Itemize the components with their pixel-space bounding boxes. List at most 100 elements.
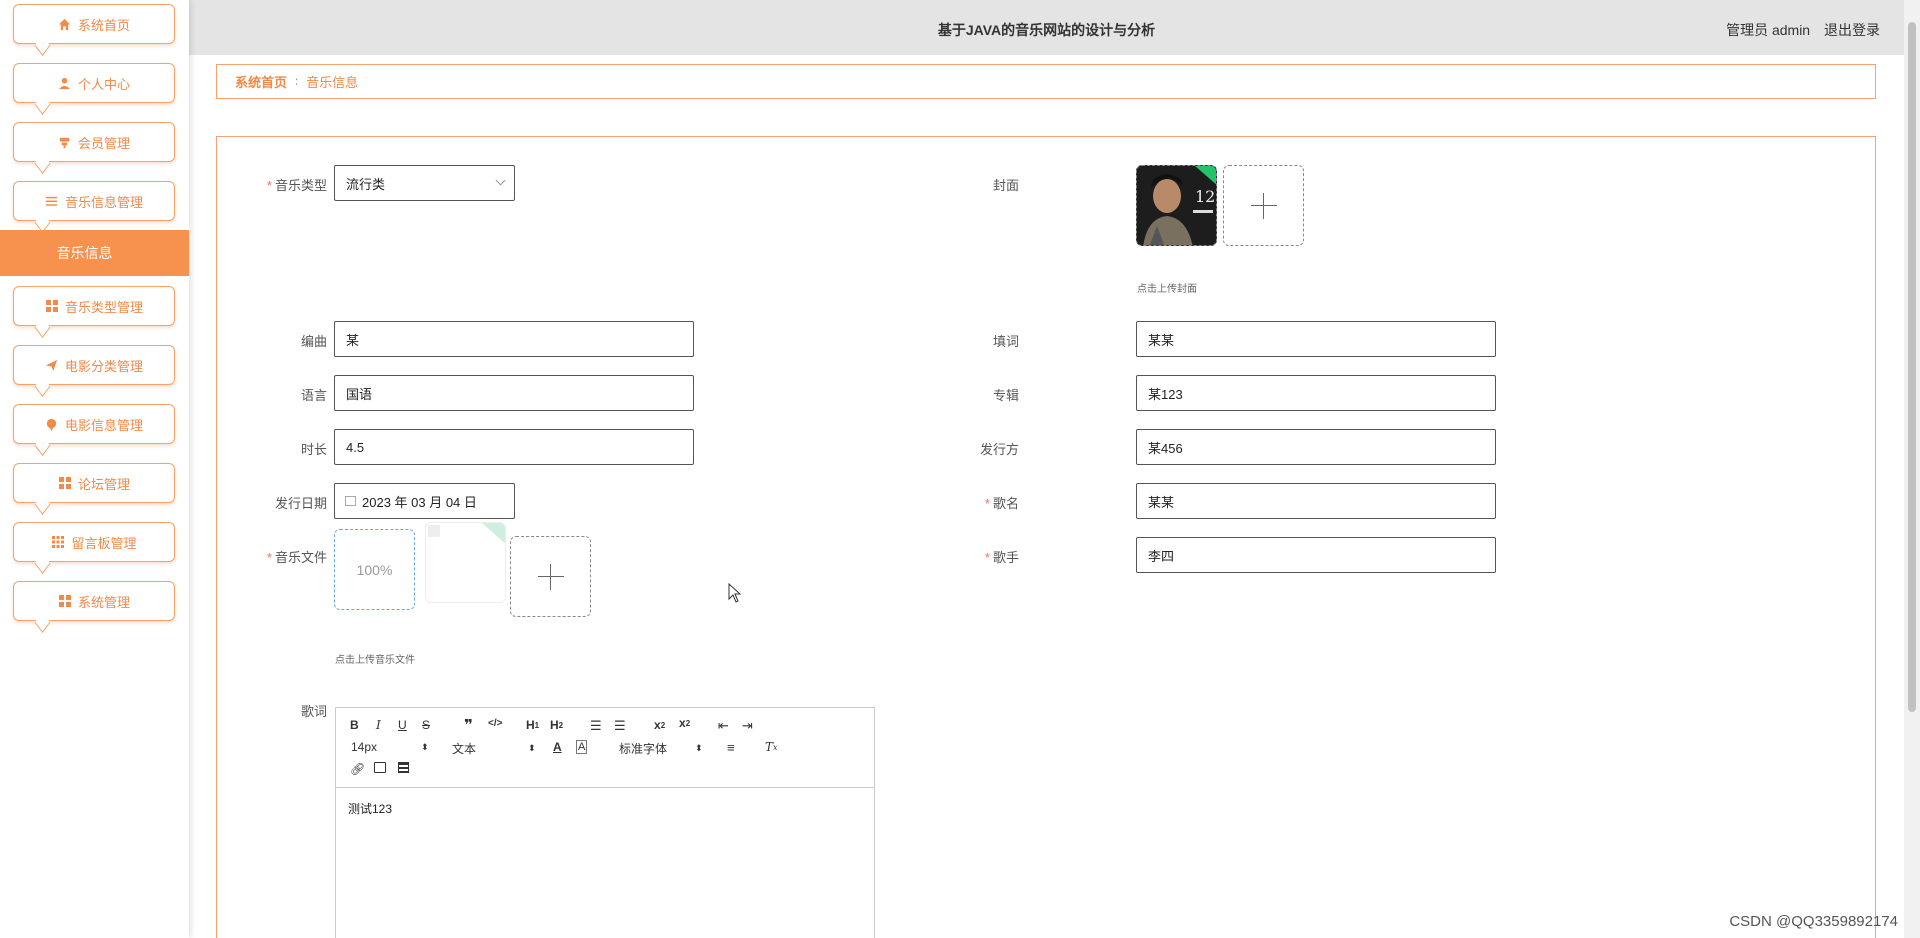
music-type-label: * 音乐类型 bbox=[266, 178, 327, 193]
logout-link[interactable]: 退出登录 bbox=[1824, 22, 1880, 38]
music-type-value: 流行类 bbox=[346, 176, 386, 192]
plus-icon bbox=[537, 563, 564, 590]
sidebar-item-home[interactable]: 系统首页 bbox=[13, 4, 175, 44]
top-header: 基于JAVA的音乐网站的设计与分析 管理员 admin 退出登录 bbox=[189, 0, 1904, 55]
sidebar-item-label: 论坛管理 bbox=[77, 476, 130, 492]
text-type-select[interactable]: 文本 ⬍ bbox=[452, 740, 536, 757]
music-form-panel: * 音乐类型 流行类 封面 12 点击上传封面 编曲 某 填词 某某 语言 国语 … bbox=[216, 136, 1876, 938]
music-file-thumbnail[interactable] bbox=[425, 522, 506, 603]
scrollbar-thumb[interactable] bbox=[1908, 22, 1916, 712]
strike-icon[interactable]: S bbox=[422, 718, 430, 732]
blockquote-icon[interactable]: ❞ bbox=[464, 716, 473, 734]
italic-icon[interactable]: I bbox=[376, 718, 381, 732]
underline-icon[interactable]: U bbox=[398, 718, 407, 732]
outdent-icon[interactable]: ⇤ bbox=[718, 718, 729, 734]
sidebar-item-members[interactable]: 会员管理 bbox=[13, 122, 175, 162]
lyricist-input[interactable]: 某某 bbox=[1136, 321, 1496, 357]
language-input[interactable]: 国语 bbox=[334, 375, 694, 411]
broken-image-icon bbox=[428, 523, 505, 544]
superscript-icon[interactable]: x2 bbox=[679, 716, 690, 730]
heading1-icon[interactable]: H1 bbox=[526, 718, 539, 732]
music-file-label: * 音乐文件 bbox=[266, 550, 327, 565]
sidebar-subitem-music[interactable]: 音乐信息 bbox=[0, 230, 189, 276]
release-date-value: 2023 年 03 月 04 日 bbox=[362, 494, 477, 510]
sidebar-item-music-info[interactable]: 音乐信息管理 bbox=[13, 181, 175, 221]
font-family-select[interactable]: 标准字体 ⬍ bbox=[619, 740, 703, 757]
song-name-input[interactable]: 某某 bbox=[1136, 483, 1496, 519]
sidebar-item-label: 音乐类型管理 bbox=[64, 299, 143, 315]
cover-thumbnail[interactable]: 12 bbox=[1136, 165, 1217, 246]
heading2-icon[interactable]: H2 bbox=[550, 718, 563, 732]
breadcrumb-home[interactable]: 系统首页 bbox=[235, 72, 287, 91]
font-color-icon[interactable]: A bbox=[553, 740, 562, 754]
editor-content[interactable]: 测试123 bbox=[336, 788, 874, 829]
sidebar-item-music-type[interactable]: 音乐类型管理 bbox=[13, 286, 175, 326]
sidebar-item-label: 留言板管理 bbox=[71, 535, 137, 551]
ordered-list-icon[interactable]: ☰ bbox=[590, 718, 602, 734]
sidebar-item-movie-info[interactable]: 电影信息管理 bbox=[13, 404, 175, 444]
publisher-input[interactable]: 某456 bbox=[1136, 429, 1496, 465]
user-icon bbox=[58, 76, 72, 90]
bullet-list-icon[interactable]: ☰ bbox=[614, 718, 626, 734]
breadcrumb-current: 音乐信息 bbox=[306, 75, 359, 90]
album-input[interactable]: 某123 bbox=[1136, 375, 1496, 411]
grid-icon bbox=[58, 476, 72, 490]
page-scrollbar[interactable] bbox=[1904, 0, 1920, 938]
chevron-down-icon bbox=[495, 175, 506, 186]
align-icon[interactable]: ≡ bbox=[727, 740, 735, 755]
background-color-icon[interactable]: A bbox=[576, 740, 588, 754]
sidebar-item-system[interactable]: 系统管理 bbox=[13, 581, 175, 621]
grid-icon bbox=[58, 594, 72, 608]
duration-input[interactable]: 4.5 bbox=[334, 429, 694, 465]
sidebar-item-label: 个人中心 bbox=[77, 76, 130, 92]
cover-upload-button[interactable] bbox=[1223, 165, 1304, 246]
user-area: 管理员 admin 退出登录 bbox=[1716, 20, 1880, 40]
music-type-select[interactable]: 流行类 bbox=[334, 165, 515, 201]
release-date-label: 发行日期 bbox=[274, 496, 327, 511]
lyrics-editor: B I U S ❞ </> H1 H2 ☰ ☰ x2 x2 ⇤ ⇥ 14px ⬍ … bbox=[335, 707, 875, 938]
sidebar-item-label: 系统首页 bbox=[77, 17, 130, 33]
singer-input[interactable]: 李四 bbox=[1136, 537, 1496, 573]
svg-text:12: 12 bbox=[1195, 187, 1215, 206]
site-title: 基于JAVA的音乐网站的设计与分析 bbox=[937, 22, 1156, 38]
calendar-icon bbox=[345, 496, 356, 506]
sidebar: 系统首页 个人中心 会员管理 音乐信息管理 音乐信息 音乐类型管理 电影分类管理… bbox=[0, 0, 189, 938]
sidebar-item-profile[interactable]: 个人中心 bbox=[13, 63, 175, 103]
home-icon bbox=[58, 17, 72, 31]
editor-toolbar: B I U S ❞ </> H1 H2 ☰ ☰ x2 x2 ⇤ ⇥ 14px ⬍ … bbox=[336, 708, 874, 788]
bold-icon[interactable]: B bbox=[350, 718, 359, 732]
sidebar-item-label: 系统管理 bbox=[77, 594, 130, 610]
member-icon bbox=[58, 135, 72, 149]
sidebar-item-label: 音乐信息管理 bbox=[64, 194, 143, 210]
watermark: CSDN @QQ3359892174 bbox=[1729, 913, 1898, 930]
sidebar-item-movie-category[interactable]: 电影分类管理 bbox=[13, 345, 175, 385]
publisher-label: 发行方 bbox=[979, 442, 1019, 457]
music-file-upload-button[interactable] bbox=[510, 536, 591, 617]
song-name-label: * 歌名 bbox=[984, 496, 1019, 511]
cover-hint: 点击上传封面 bbox=[1137, 284, 1197, 295]
sidebar-item-label: 电影信息管理 bbox=[64, 417, 143, 433]
plus-icon bbox=[1250, 192, 1277, 219]
cover-image: 12 bbox=[1137, 166, 1216, 245]
composer-label: 编曲 bbox=[300, 334, 327, 349]
cover-label: 封面 bbox=[992, 178, 1019, 193]
user-name: 管理员 admin bbox=[1726, 22, 1811, 38]
subscript-icon[interactable]: x2 bbox=[654, 718, 665, 732]
code-icon[interactable]: </> bbox=[488, 718, 502, 729]
sidebar-item-forum[interactable]: 论坛管理 bbox=[13, 463, 175, 503]
release-date-picker[interactable]: 2023 年 03 月 04 日 bbox=[334, 483, 515, 519]
music-file-progress: 100% bbox=[334, 529, 415, 610]
lyricist-label: 填词 bbox=[992, 334, 1019, 349]
link-icon[interactable]: 🔗︎ bbox=[350, 762, 365, 776]
font-size-select[interactable]: 14px ⬍ bbox=[351, 740, 429, 754]
breadcrumb-separator: ∶ bbox=[295, 74, 299, 89]
composer-input[interactable]: 某 bbox=[334, 321, 694, 357]
image-icon[interactable] bbox=[374, 762, 386, 773]
indent-icon[interactable]: ⇥ bbox=[742, 718, 753, 734]
sidebar-item-guestbook[interactable]: 留言板管理 bbox=[13, 522, 175, 562]
grid-icon bbox=[51, 535, 65, 549]
sidebar-item-label: 会员管理 bbox=[77, 135, 130, 151]
video-icon[interactable] bbox=[398, 762, 409, 773]
clear-format-icon[interactable]: Tx bbox=[765, 740, 778, 754]
send-icon bbox=[45, 358, 59, 372]
